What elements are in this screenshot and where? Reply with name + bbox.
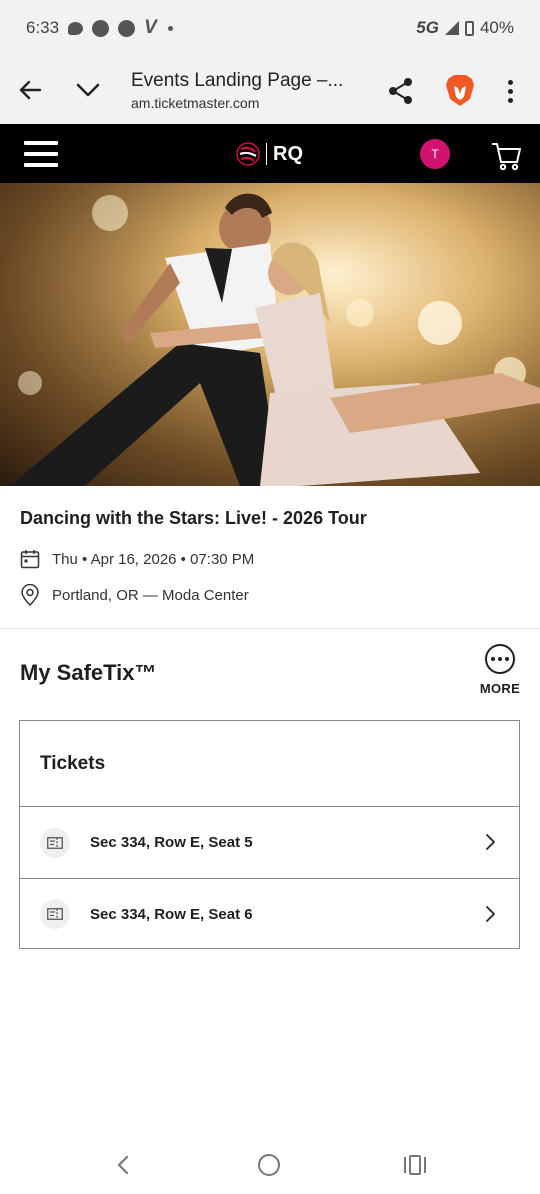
logo-text: RQ: [273, 142, 303, 165]
chevron-right-icon: [486, 906, 495, 922]
more-label: MORE: [479, 681, 521, 696]
battery-icon: [464, 20, 474, 36]
venmo-icon: V: [144, 17, 157, 38]
signal-icon: [444, 21, 459, 35]
arrow-left-icon: [19, 80, 42, 100]
collapse-button[interactable]: [72, 74, 104, 106]
hamburger-menu-button[interactable]: [24, 141, 58, 167]
browser-menu-button[interactable]: [498, 76, 522, 106]
event-date: Thu • Apr 16, 2026 • 07:30 PM: [52, 550, 255, 568]
address-bar[interactable]: Events Landing Page –... am.ticketmaster…: [131, 70, 361, 111]
ticket-seat-label: Sec 334, Row E, Seat 5: [90, 834, 253, 851]
event-date-row: Thu • Apr 16, 2026 • 07:30 PM: [20, 549, 254, 569]
status-left: 6:33 V: [26, 17, 173, 39]
share-icon: [389, 78, 412, 104]
more-dots-icon: [485, 644, 515, 674]
more-notifications-icon: [167, 25, 173, 31]
chevron-right-icon: [486, 834, 495, 850]
section-divider: [0, 628, 540, 629]
calendar-icon: [20, 550, 40, 569]
battery-level: 40%: [479, 18, 514, 37]
ticket-icon: [40, 827, 70, 858]
page-url: am.ticketmaster.com: [131, 95, 260, 111]
browser-toolbar: Events Landing Page –... am.ticketmaster…: [0, 56, 540, 124]
safetix-title: My SafeTix™: [20, 660, 157, 685]
event-title: Dancing with the Stars: Live! - 2026 Tou…: [20, 508, 367, 528]
cart-button[interactable]: [490, 140, 522, 172]
brave-shields-button[interactable]: [444, 73, 476, 107]
status-right: 5G 40%: [416, 18, 514, 38]
event-hero-image: [0, 183, 540, 486]
event-location-row: Portland, OR — Moda Center: [20, 584, 249, 606]
tickets-card: Tickets Sec 334, Row E, Seat 5 Sec 334, …: [19, 720, 520, 949]
message-icon: [68, 21, 84, 35]
chevron-down-icon: [76, 83, 100, 97]
team-logo[interactable]: RQ: [236, 139, 303, 169]
more-button[interactable]: MORE: [478, 644, 522, 700]
logo-divider: [266, 143, 267, 165]
browser-back-button[interactable]: [14, 74, 46, 106]
location-pin-icon: [21, 584, 39, 606]
event-location: Portland, OR — Moda Center: [52, 586, 249, 604]
blazers-pinwheel-icon: [236, 142, 260, 166]
network-type: 5G: [416, 18, 439, 37]
ticket-icon: [40, 899, 70, 929]
system-nav-bar: [0, 1138, 540, 1194]
dancers-illustration: [0, 183, 540, 486]
site-header: RQ: [0, 124, 540, 183]
status-time: 6:33: [26, 18, 60, 37]
user-avatar[interactable]: T: [420, 139, 450, 169]
share-button[interactable]: [386, 76, 416, 106]
nav-recents-icon[interactable]: [402, 1153, 428, 1177]
cart-icon: [492, 143, 521, 171]
ticket-seat-label: Sec 334, Row E, Seat 6: [90, 905, 253, 923]
nav-home-button[interactable]: [258, 1154, 280, 1176]
status-bar: 6:33 V 5G 40%: [0, 0, 540, 56]
ticket-row[interactable]: Sec 334, Row E, Seat 6: [20, 878, 519, 949]
facebook-icon: [92, 19, 110, 37]
page-title: Events Landing Page –...: [131, 70, 344, 91]
brave-lion-icon: [446, 75, 474, 106]
notification-dot-icon: [118, 19, 136, 37]
nav-back-icon[interactable]: [110, 1152, 136, 1178]
ticket-row[interactable]: Sec 334, Row E, Seat 5: [20, 807, 519, 878]
tickets-header: Tickets: [20, 721, 519, 807]
